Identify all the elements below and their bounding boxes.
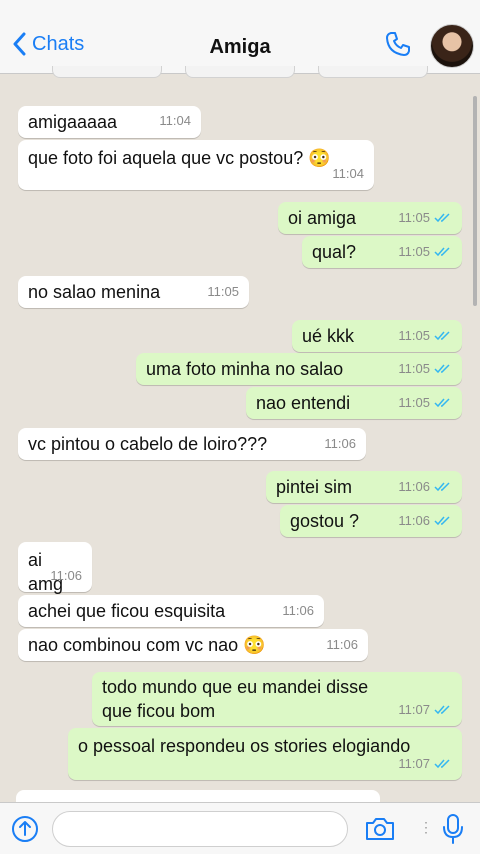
message-time: 11:07	[398, 756, 430, 771]
message-text: uma foto minha no salao	[146, 359, 344, 379]
double-check-icon	[434, 482, 450, 492]
message-time: 11:05	[398, 210, 430, 225]
double-check-icon	[434, 759, 450, 769]
double-check-icon	[434, 213, 450, 223]
message-time: 11:05	[398, 244, 430, 259]
message-text: o pessoal respondeu os stories elogiando	[78, 736, 411, 756]
double-check-icon	[434, 247, 450, 257]
header-quick-actions	[40, 66, 440, 78]
message-bubble[interactable]: uma foto minha no salao 11:05	[136, 353, 462, 385]
message-list[interactable]: amigaaaaa 11:04 que foto foi aquela que …	[0, 75, 480, 802]
message-time: 11:04	[159, 113, 191, 128]
quick-action-tab[interactable]	[318, 66, 429, 78]
voice-message-button[interactable]	[442, 813, 464, 850]
double-check-icon	[434, 398, 450, 408]
message-time: 11:06	[398, 479, 430, 494]
message-text: amigaaaaa	[28, 112, 118, 132]
message-time: 11:04	[332, 166, 364, 181]
message-bubble[interactable]: amigaaaaa 11:04	[18, 106, 201, 138]
microphone-icon	[443, 814, 463, 844]
scrollbar[interactable]	[473, 96, 477, 306]
message-bubble[interactable]: todo mundo que eu mandei disse que ficou…	[92, 672, 462, 726]
message-text: nao entendi	[256, 393, 351, 413]
quick-action-tab[interactable]	[184, 66, 295, 78]
message-bubble[interactable]: que foto foi aquela que vc postou? 😳 11:…	[18, 140, 374, 190]
message-time-group: 11:06	[398, 475, 452, 499]
message-bubble[interactable]: gostou ? 11:06	[280, 505, 462, 537]
message-text: ué kkk	[302, 326, 355, 346]
double-check-icon	[434, 705, 450, 715]
camera-icon	[366, 818, 394, 840]
message-bubble[interactable]: nao entendi 11:05	[246, 387, 462, 419]
message-time: 11:05	[207, 284, 239, 299]
message-bubble[interactable]: pintei sim 11:06	[266, 471, 462, 503]
message-text: no salao menina	[28, 282, 161, 302]
camera-button[interactable]	[364, 816, 396, 847]
message-time: 11:05	[398, 328, 430, 343]
phone-icon	[386, 32, 410, 56]
message-text: gostou ?	[290, 511, 360, 531]
message-bubble[interactable]: nao combinou com vc nao 😳 11:06	[18, 629, 368, 661]
separator-dots: ⋮	[419, 819, 433, 835]
message-time: 11:05	[398, 361, 430, 376]
message-text: achei que ficou esquisita	[28, 601, 226, 621]
message-time: 11:06	[282, 603, 314, 618]
message-time: 11:06	[50, 568, 82, 583]
chat-header: Chats Amiga	[0, 0, 480, 78]
message-bubble[interactable]: no salao menina 11:05	[18, 276, 249, 308]
message-time-group: 11:06	[398, 509, 452, 533]
message-bubble[interactable]: ai amg 11:06	[18, 542, 92, 594]
message-time-group: 11:05	[398, 240, 452, 264]
message-bubble[interactable]: ué kkk 11:05	[292, 320, 462, 352]
double-check-icon	[434, 331, 450, 341]
message-text: que foto foi aquela que vc postou? 😳	[28, 148, 331, 168]
double-check-icon	[434, 364, 450, 374]
message-text: nao combinou com vc nao 😳	[28, 635, 266, 655]
call-button[interactable]	[384, 30, 412, 63]
message-time-group: 11:05	[398, 206, 452, 230]
plus-circle-icon	[12, 816, 38, 842]
message-bubble[interactable]: oi amiga 11:05	[278, 202, 462, 234]
message-time: 11:06	[398, 513, 430, 528]
message-text: vc pintou o cabelo de loiro???	[28, 434, 268, 454]
message-time-group: 11:07	[398, 698, 452, 722]
message-time: 11:06	[324, 436, 356, 451]
message-time: 11:05	[398, 395, 430, 410]
composer-bar: ⋮	[0, 802, 480, 854]
message-time-group: 11:05	[398, 324, 452, 348]
message-time-group: 11:05	[398, 391, 452, 415]
message-bubble[interactable]: vc pintou o cabelo de loiro??? 11:06	[18, 428, 366, 460]
message-bubble[interactable]: qual? 11:05	[302, 236, 462, 268]
quick-action-tab[interactable]	[51, 66, 162, 78]
message-time-group: 11:07	[398, 752, 452, 776]
attach-button[interactable]	[11, 815, 39, 848]
message-time: 11:07	[398, 702, 430, 717]
message-bubble[interactable]: achei que ficou esquisita 11:06	[18, 595, 324, 627]
message-text: pintei sim	[276, 477, 353, 497]
double-check-icon	[434, 516, 450, 526]
message-text: qual?	[312, 242, 357, 262]
message-bubble[interactable]: o pessoal respondeu os stories elogiando…	[68, 728, 462, 780]
message-text: oi amiga	[288, 208, 357, 228]
message-time: 11:06	[326, 637, 358, 652]
message-time-group: 11:05	[398, 357, 452, 381]
message-input[interactable]	[52, 811, 348, 847]
message-text: todo mundo que eu mandei disse que ficou…	[102, 677, 369, 721]
contact-avatar[interactable]	[430, 24, 474, 68]
